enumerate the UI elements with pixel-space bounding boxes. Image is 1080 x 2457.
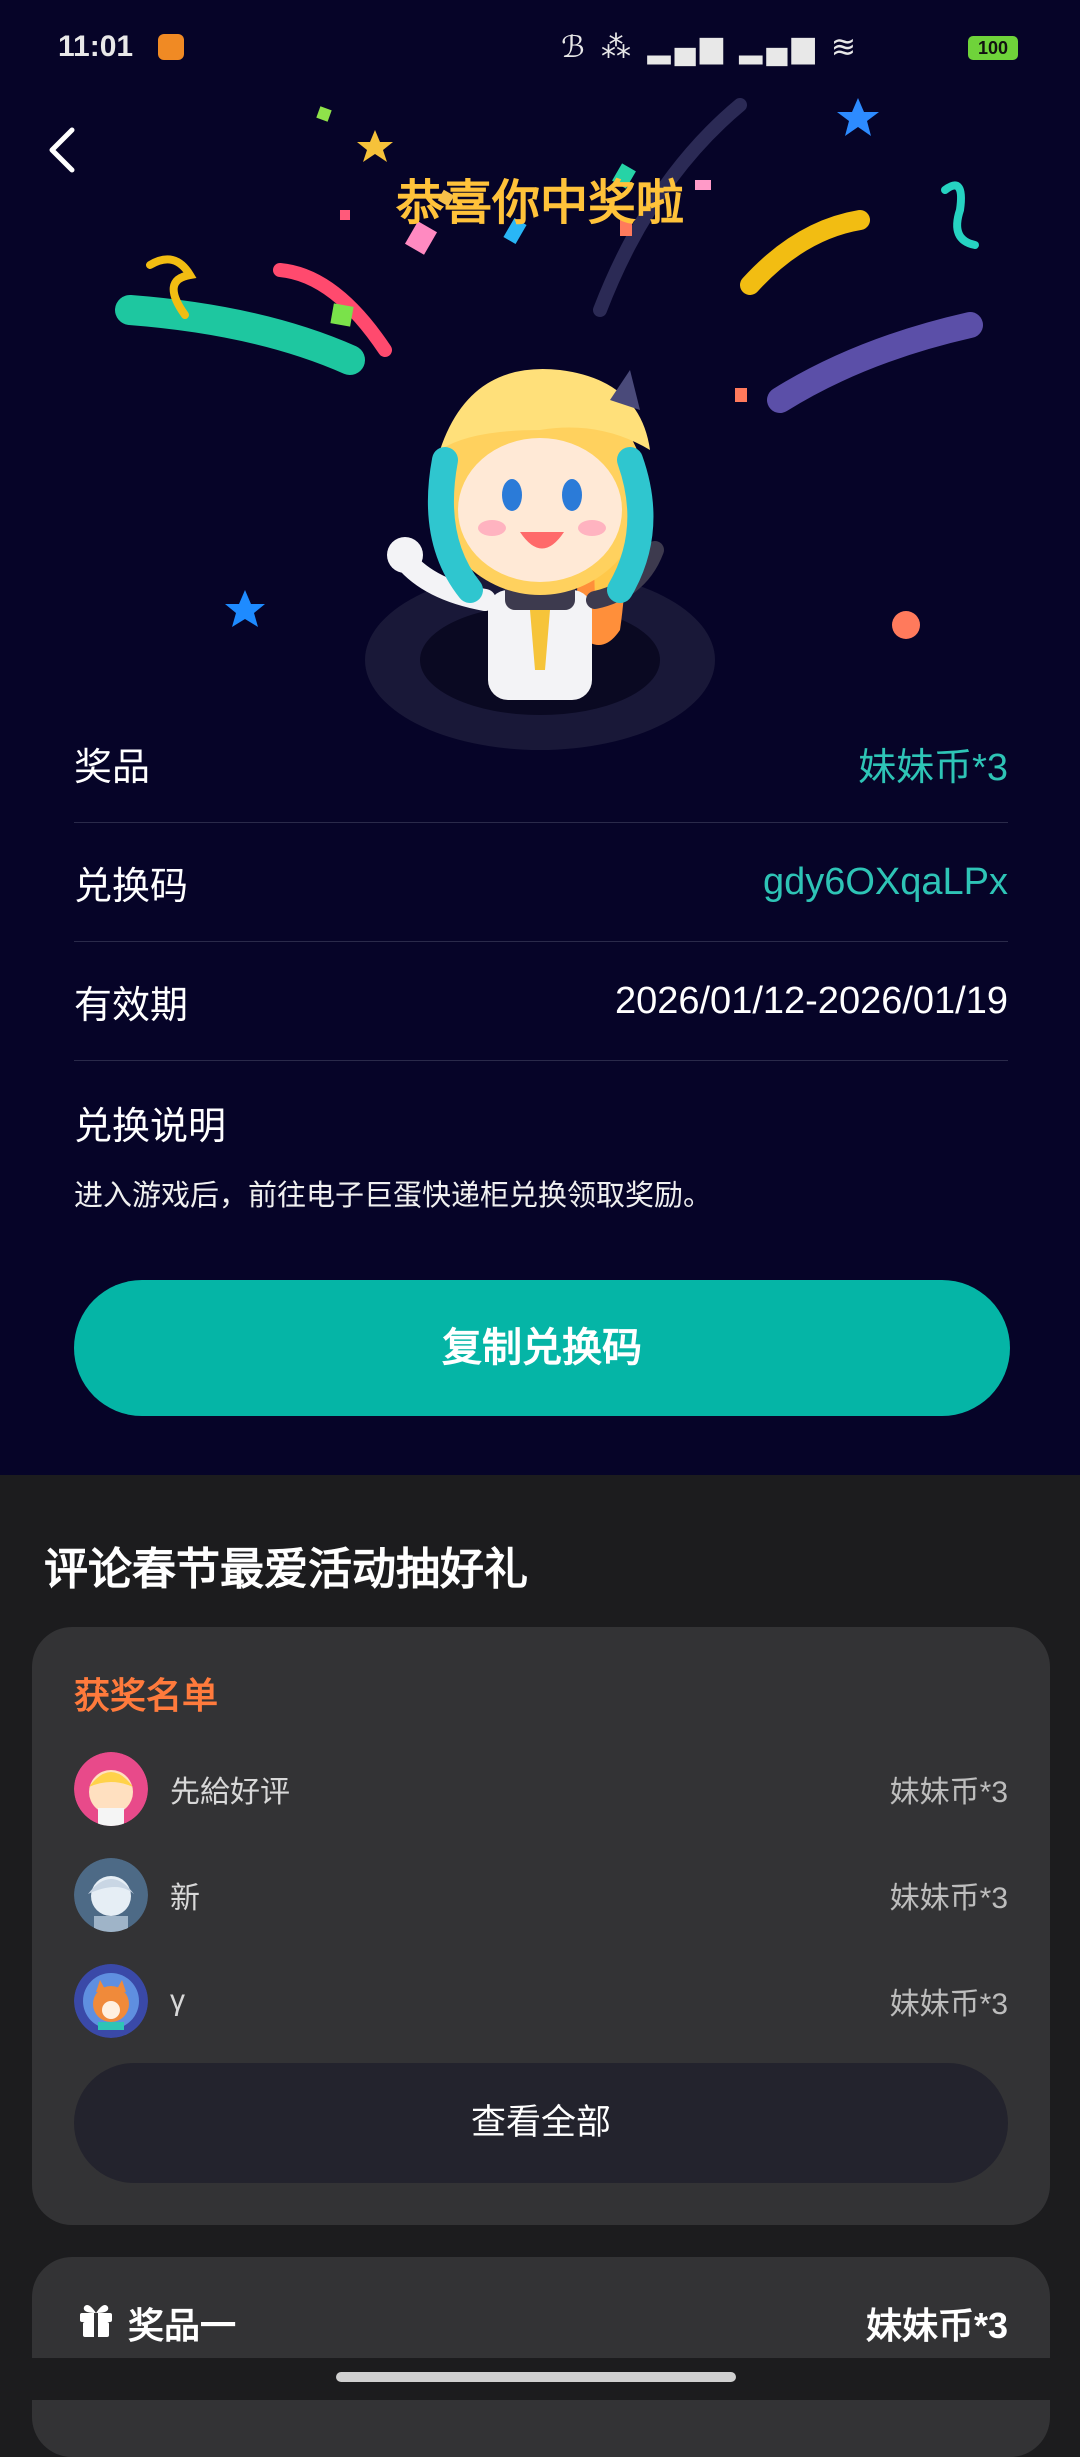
redeem-code-row: 兑换码 gdy6OXqaLPx (74, 823, 1008, 942)
winner-name: 先給好评 (170, 1776, 290, 1809)
redeem-code-label: 兑换码 (74, 865, 189, 908)
activity-title: 评论春节最爱活动抽好礼 (44, 1545, 528, 1594)
battery-icon: 100 (968, 36, 1018, 60)
winner-name: γ (170, 1984, 185, 2017)
winner-row[interactable]: 先給好评 妹妹币*3 (74, 1751, 1008, 1827)
view-all-button[interactable]: 查看全部 (74, 2063, 1008, 2183)
star-icon (837, 98, 879, 136)
winner-name: 新 (170, 1882, 200, 1915)
gift-icon (80, 2305, 112, 2337)
status-time: 11:01 (58, 30, 134, 63)
app-notification-icon (158, 34, 184, 60)
avatar (74, 1964, 148, 2038)
page-title: 恭喜你中奖啦 (395, 177, 684, 230)
prize-tier-value: 妹妹币*3 (865, 2305, 1008, 2346)
prize-label: 奖品 (74, 746, 151, 789)
prize-tier-card: 奖品一 妹妹币*3 (32, 2257, 1050, 2457)
validity-value: 2026/01/12-2026/01/19 (614, 979, 1008, 1022)
avatar (74, 1858, 148, 1932)
winner-row[interactable]: 新 妹妹币*3 (74, 1857, 1008, 1933)
prize-value: 妹妹币*3 (858, 746, 1008, 789)
winner-row[interactable]: γ 妹妹币*3 (74, 1963, 1008, 2039)
prize-hero: 11:01 ℬ ⁂ ▂▄▆ ▂▄▆ ≋ 100 恭喜你中奖啦 奖品 妹妹币*3 … (0, 0, 1080, 1475)
validity-row: 有效期 2026/01/12-2026/01/19 (74, 942, 1008, 1061)
redeem-instructions-label: 兑换说明 (74, 1106, 227, 1148)
copy-code-button[interactable]: 复制兑换码 (74, 1280, 1010, 1416)
prize-row: 奖品 妹妹币*3 (74, 704, 1008, 823)
redeem-code-value[interactable]: gdy6OXqaLPx (763, 861, 1008, 904)
home-indicator[interactable] (336, 2372, 736, 2382)
validity-label: 有效期 (74, 984, 189, 1027)
winners-card: 获奖名单 先給好评 妹妹币*3 新 妹妹币*3 γ 妹妹币*3 查看全部 (32, 1627, 1050, 2225)
winners-title: 获奖名单 (74, 1675, 219, 1716)
ribbon-green (115, 295, 365, 375)
winner-prize: 妹妹币*3 (889, 1988, 1008, 2021)
signal-icons: ℬ ⁂ ▂▄▆ ▂▄▆ ≋ (561, 31, 860, 64)
star-icon (225, 590, 265, 627)
star-icon (357, 130, 393, 162)
avatar (74, 1752, 148, 1826)
redeem-instructions-text: 进入游戏后，前往电子巨蛋快递柜兑换领取奖励。 (74, 1180, 713, 1212)
winner-prize: 妹妹币*3 (889, 1776, 1008, 1809)
winner-prize: 妹妹币*3 (889, 1882, 1008, 1915)
ribbon-purple (767, 312, 983, 413)
prize-tier-label: 奖品一 (128, 2305, 237, 2346)
